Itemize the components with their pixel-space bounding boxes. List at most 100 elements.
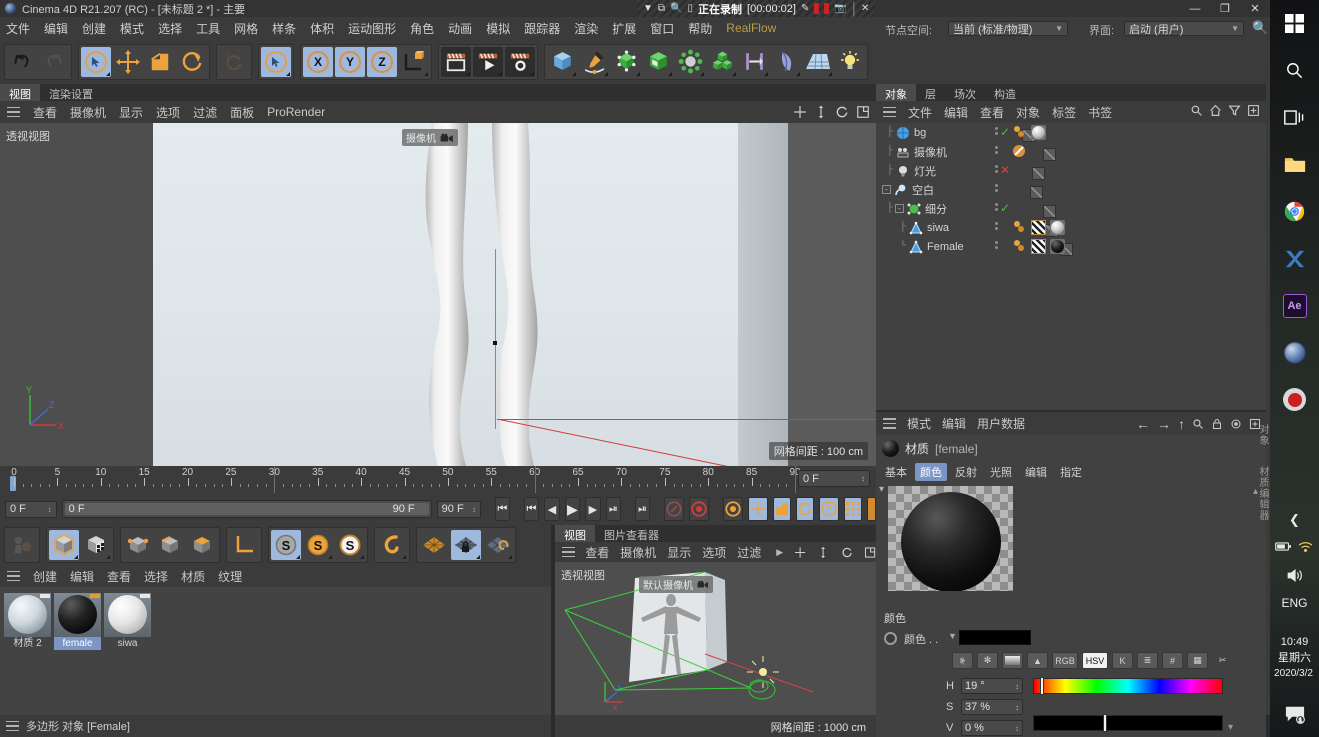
language-indicator[interactable]: ENG [1270,596,1319,610]
position-key-button[interactable] [747,497,768,521]
scale-key-button[interactable] [772,497,791,521]
snap-button[interactable] [419,530,449,560]
timeline-playhead[interactable] [10,476,16,491]
range-mode-icon[interactable]: ⦕ [952,652,973,669]
go-to-end-button[interactable]: ⏯ [634,497,651,521]
tab-view2[interactable]: 视图 [555,525,595,542]
array-button[interactable] [707,47,737,77]
end-frame-field[interactable]: 90 F ↕ [436,500,481,518]
timeline-scrollbar[interactable] [866,497,876,521]
magnifier-icon[interactable]: 🔍 [670,3,682,14]
viewport-menu-icon[interactable] [7,106,20,118]
restore-icon[interactable]: ⧉ [658,3,665,14]
menu-item-mode[interactable]: 模式 [120,20,144,37]
viewport-camera-tag[interactable]: 摄像机 [402,129,458,146]
rotation-key-button[interactable] [795,497,814,521]
previous-key-button[interactable]: ⏮ [523,497,540,521]
material-menu-edit[interactable]: 编辑 [70,568,94,585]
visibility-dots[interactable] [992,146,1001,154]
am-tab-color[interactable]: 颜色 [915,463,947,481]
axis-z-button[interactable]: Z [367,46,397,77]
saturation-slider[interactable] [1033,715,1223,731]
expand-toggle[interactable]: - [882,185,891,194]
am-tab-luminance[interactable]: 光照 [985,463,1017,481]
maximize-button[interactable]: ❐ [1210,2,1240,15]
visible-check-icon[interactable]: ✓ [1000,125,1010,139]
axis-y-button[interactable]: Y [335,46,365,77]
viewport-menu-filter[interactable]: 过滤 [193,104,217,121]
minimize-button[interactable]: — [1180,3,1210,15]
axis-mode-button[interactable] [229,530,259,560]
viewport2-menu-camera[interactable]: 摄像机 [620,544,656,561]
object-enable-toggle[interactable] [1030,186,1043,199]
pencil-icon[interactable]: ✎ [801,3,809,14]
mograph-cloner-button[interactable] [675,47,705,77]
x-app-icon[interactable] [1270,235,1319,282]
material-preview-large[interactable] [888,486,1013,591]
material-tag[interactable] [1012,125,1027,140]
menu-item-file[interactable]: 文件 [6,20,30,37]
tab-layers[interactable]: 层 [916,84,945,101]
edge-mode-button[interactable] [155,530,185,560]
visible-check-icon[interactable]: ✓ [1000,201,1010,215]
viewport-menu-panel[interactable]: 面板 [230,104,254,121]
viewport2-menu-icon[interactable] [562,546,575,558]
menu-item-character[interactable]: 角色 [410,20,434,37]
volume-icon[interactable] [1286,568,1304,583]
tab-takes[interactable]: 场次 [945,84,985,101]
maximize-view-icon[interactable] [856,105,870,119]
object-row[interactable]: ├ 灯光 ✕ [876,161,1266,180]
am-menu-edit[interactable]: 编辑 [942,415,966,432]
am-menu-user-data[interactable]: 用户数据 [977,415,1025,432]
viewport2-camera-tag[interactable]: 默认摄像机 [639,576,713,593]
material-item-0[interactable]: 材质 2 [4,593,51,651]
add-icon[interactable] [1247,104,1260,117]
menu-item-volume[interactable]: 体积 [310,20,334,37]
enable-axis-button[interactable]: S [271,530,301,560]
object-row[interactable]: ├ - 细分 ✓ [876,199,1266,218]
spline-pen-button[interactable] [579,47,609,77]
menu-item-animate[interactable]: 动画 [448,20,472,37]
viewport2-menu-filter[interactable]: 过滤 [737,544,761,561]
light-button[interactable] [835,47,865,77]
object-row[interactable]: ├ bg ✓ [876,123,1266,142]
material-item-2[interactable]: siwa [104,593,151,651]
redo-button[interactable] [39,47,69,77]
viewport-menu-camera[interactable]: 摄像机 [70,104,106,121]
tab-structure[interactable]: 构造 [985,84,1025,101]
make-editable-button[interactable] [7,530,37,560]
menu-item-extensions[interactable]: 扩展 [612,20,636,37]
viewport-menu-options[interactable]: 选项 [156,104,180,121]
material-tag[interactable] [1012,239,1027,254]
pause-record-icon[interactable] [824,3,830,14]
viewport-menu-display[interactable]: 显示 [119,104,143,121]
world-axis-mode-button[interactable]: S [335,530,365,560]
hsv-mode-button[interactable]: HSV [1082,652,1108,669]
taskbar-clock[interactable]: 10:49 星期六 2020/3/2 [1270,634,1319,682]
record-active-object-button[interactable] [688,497,709,521]
recorder-icon[interactable] [1270,376,1319,423]
tab-view[interactable]: 视图 [0,84,40,101]
go-to-start-button[interactable]: ⏮ [494,497,511,521]
am-tab-assign[interactable]: 指定 [1055,463,1087,481]
color-swatch[interactable] [959,630,1031,645]
camera-icon[interactable]: 📷 [834,3,846,14]
hue-slider[interactable] [1033,678,1223,694]
object-enable-toggle[interactable] [1043,148,1056,161]
hex-mode-button[interactable]: # [1162,652,1183,669]
task-view-icon[interactable] [1270,94,1319,141]
rotate-button[interactable] [177,47,207,77]
om-menu-bookmarks[interactable]: 书签 [1088,104,1112,121]
polygon-mode-button[interactable] [187,530,217,560]
magnifier-icon[interactable] [1190,104,1203,117]
am-menu-mode[interactable]: 模式 [907,415,931,432]
secondary-viewport[interactable]: Z X 透视视图 默认摄像机 [555,562,876,715]
viewport2-menu-display[interactable]: 显示 [667,544,691,561]
object-manager-menu-icon[interactable] [883,106,896,118]
am-tab-basic[interactable]: 基本 [880,463,912,481]
cinema4d-icon[interactable] [1270,329,1319,376]
previous-frame-button[interactable]: ◀ [544,497,560,521]
texture-mode-button[interactable] [81,530,111,560]
chevron-down-icon[interactable]: ▼ [948,631,957,641]
om-menu-object[interactable]: 对象 [1016,104,1040,121]
